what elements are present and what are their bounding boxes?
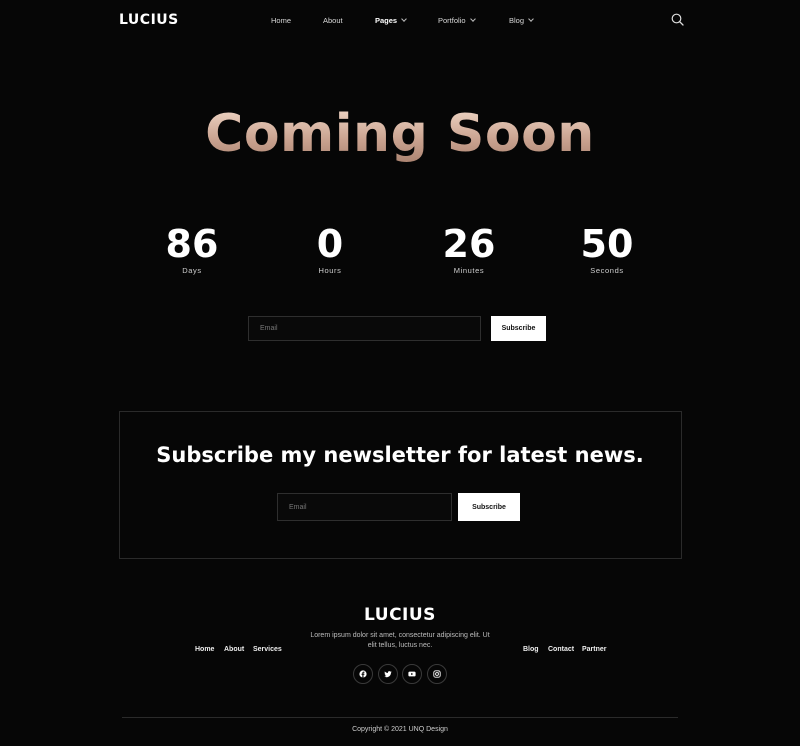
countdown-label: Seconds bbox=[590, 266, 624, 275]
chevron-down-icon bbox=[401, 16, 407, 22]
subscribe-label: Subscribe bbox=[501, 325, 536, 332]
footer-divider bbox=[122, 717, 678, 718]
countdown-value: 50 bbox=[580, 222, 634, 266]
footer-link-blog[interactable]: Blog bbox=[523, 646, 539, 653]
nav-label: Pages bbox=[375, 16, 398, 25]
countdown-value: 86 bbox=[165, 222, 219, 266]
twitter-icon[interactable] bbox=[378, 664, 398, 684]
newsletter-heading: Subscribe my newsletter for latest news. bbox=[156, 443, 644, 467]
nav-item-about[interactable]: About bbox=[323, 16, 343, 25]
newsletter-section bbox=[119, 411, 682, 559]
footer-link-home[interactable]: Home bbox=[195, 646, 214, 653]
chevron-down-icon bbox=[469, 16, 476, 22]
newsletter-subscribe-button[interactable]: Subscribe bbox=[458, 493, 520, 521]
nav-item-portfolio[interactable]: Portfolio bbox=[438, 16, 476, 25]
countdown-value: 26 bbox=[442, 222, 496, 266]
footer-link-services[interactable]: Services bbox=[253, 646, 282, 653]
email-placeholder: Email bbox=[289, 503, 307, 511]
countdown-value: 0 bbox=[316, 222, 344, 266]
countdown-days: 86 Days bbox=[142, 222, 242, 275]
footer-logo[interactable]: LUCIUS bbox=[0, 605, 800, 625]
footer-link-about[interactable]: About bbox=[224, 646, 244, 653]
countdown-seconds: 50 Seconds bbox=[557, 222, 657, 275]
copyright-text: Copyright © 2021 UNQ Design bbox=[352, 726, 448, 733]
email-placeholder: Email bbox=[260, 325, 278, 332]
nav-label: About bbox=[323, 16, 343, 25]
subscribe-label: Subscribe bbox=[472, 503, 506, 511]
youtube-icon[interactable] bbox=[402, 664, 422, 684]
footer-description: Lorem ipsum dolor sit amet, consectetur … bbox=[310, 632, 490, 649]
nav-label: Portfolio bbox=[438, 16, 466, 25]
nav-item-pages[interactable]: Pages bbox=[375, 16, 407, 25]
facebook-icon[interactable] bbox=[353, 664, 373, 684]
countdown-hours: 0 Hours bbox=[280, 222, 380, 275]
nav-label: Blog bbox=[509, 16, 525, 25]
countdown-label: Minutes bbox=[453, 266, 485, 275]
countdown-label: Hours bbox=[318, 266, 342, 275]
page-title: Coming Soon bbox=[0, 104, 800, 164]
countdown-minutes: 26 Minutes bbox=[419, 222, 519, 275]
nav-item-home[interactable]: Home bbox=[271, 16, 291, 25]
footer-link-contact[interactable]: Contact bbox=[548, 646, 574, 653]
footer-link-partner[interactable]: Partner bbox=[582, 646, 607, 653]
instagram-icon[interactable] bbox=[427, 664, 447, 684]
countdown-label: Days bbox=[182, 266, 202, 275]
chevron-down-icon bbox=[528, 16, 534, 22]
nav-label: Home bbox=[271, 16, 292, 25]
newsletter-email-input[interactable]: Email bbox=[277, 493, 452, 521]
search-icon[interactable] bbox=[671, 13, 684, 26]
hero-email-input[interactable]: Email bbox=[248, 316, 481, 341]
hero-subscribe-button[interactable]: Subscribe bbox=[491, 316, 546, 341]
nav-item-blog[interactable]: Blog bbox=[509, 16, 534, 25]
